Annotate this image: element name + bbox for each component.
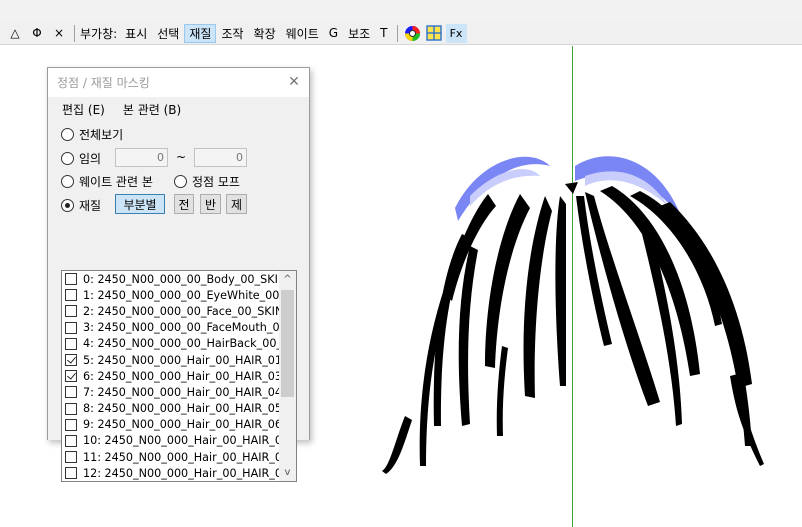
range-tilde: ~ (176, 150, 187, 164)
material-label: 4: 2450_N00_000_00_HairBack_00_H/ (83, 337, 295, 351)
radio-circle[interactable] (174, 174, 187, 188)
list-item[interactable]: 8: 2450_N00_000_Hair_00_HAIR_05 (I (62, 401, 296, 417)
list-item[interactable]: 6: 2450_N00_000_Hair_00_HAIR_03 (I (62, 368, 296, 384)
material-label: 7: 2450_N00_000_Hair_00_HAIR_04 (I (83, 385, 294, 399)
list-item[interactable]: 12: 2450_N00_000_Hair_00_HAIR_09 ( (62, 465, 296, 481)
radio-material-label: 재질 (79, 198, 102, 213)
select-all-button[interactable]: 전 (174, 194, 194, 214)
radio-any[interactable]: 임의 (61, 149, 101, 167)
tool-g-button[interactable]: G (324, 24, 343, 43)
radio-circle-checked[interactable] (61, 198, 74, 212)
checkbox[interactable] (65, 451, 77, 464)
list-item[interactable]: 3: 2450_N00_000_00_FaceMouth_00_ (62, 320, 296, 336)
list-scrollbar[interactable]: ^ v (279, 271, 296, 481)
material-label: 10: 2450_N00_000_Hair_00_HAIR_07 ( (83, 434, 297, 448)
list-item[interactable]: 9: 2450_N00_000_Hair_00_HAIR_06 (I (62, 417, 296, 433)
close-icon[interactable]: ✕ (287, 75, 301, 89)
tool-extend-button[interactable]: 확장 (249, 24, 281, 43)
list-item[interactable]: 5: 2450_N00_000_Hair_00_HAIR_01 (I (62, 352, 296, 368)
triangle-icon[interactable]: △ (4, 24, 26, 43)
material-label: 1: 2450_N00_000_00_EyeWhite_00_E (83, 288, 293, 302)
material-label: 8: 2450_N00_000_Hair_00_HAIR_05 (I (83, 402, 294, 416)
radio-circle[interactable] (61, 151, 74, 165)
toolbar-separator (74, 24, 75, 42)
checkbox[interactable] (65, 386, 77, 399)
menu-edit[interactable]: 편집 (E) (62, 101, 105, 118)
tool-material-button[interactable]: 재질 (184, 23, 217, 43)
invert-button[interactable]: 반 (200, 194, 221, 214)
scroll-thumb[interactable] (281, 290, 294, 397)
quad-view-icon[interactable] (424, 24, 445, 43)
radio-circle[interactable] (61, 174, 74, 188)
dialog-title-bar: 정점 / 재질 마스킹 ✕ (48, 68, 309, 97)
checkbox[interactable] (65, 467, 77, 480)
vertex-material-mask-dialog: 정점 / 재질 마스킹 ✕ 편집 (E) 본 관련 (B) 전체보기 임의 0 … (47, 67, 310, 482)
checkbox-checked[interactable] (65, 354, 77, 367)
by-part-button[interactable]: 부분별 (115, 194, 165, 214)
tool-assist-button[interactable]: 보조 (343, 24, 375, 43)
range-to-field[interactable]: 0 (194, 148, 247, 167)
list-item[interactable]: 11: 2450_N00_000_Hair_00_HAIR_08 ( (62, 449, 296, 465)
radio-any-label: 임의 (79, 151, 102, 166)
phi-icon[interactable]: Φ (26, 24, 48, 43)
checkbox[interactable] (65, 434, 77, 447)
checkbox-checked[interactable] (65, 370, 77, 383)
list-item[interactable]: 4: 2450_N00_000_00_HairBack_00_H/ (62, 336, 296, 352)
tool-weight-button[interactable]: 웨이트 (281, 24, 324, 43)
material-label: 11: 2450_N00_000_Hair_00_HAIR_08 ( (83, 450, 297, 464)
window-top-strip (0, 0, 802, 22)
dialog-title: 정점 / 재질 마스킹 (57, 76, 150, 90)
fx-icon[interactable]: Fx (445, 23, 467, 43)
dialog-menubar: 편집 (E) 본 관련 (B) (48, 97, 309, 121)
color-wheel-icon[interactable] (402, 24, 423, 43)
menu-bone[interactable]: 본 관련 (B) (123, 101, 181, 118)
checkbox[interactable] (65, 418, 77, 431)
dialog-body: 전체보기 임의 0 ~ 0 웨이트 관련 본 정점 모프 재질 부분별 전 반 … (48, 122, 309, 482)
checkbox[interactable] (65, 289, 77, 302)
radio-material[interactable]: 재질 (61, 196, 101, 214)
list-item[interactable]: 2: 2450_N00_000_00_Face_00_SKIN (62, 303, 296, 319)
material-label: 3: 2450_N00_000_00_FaceMouth_00_ (83, 321, 293, 335)
list-item[interactable]: 1: 2450_N00_000_00_EyeWhite_00_E (62, 287, 296, 303)
radio-weight-bone[interactable]: 웨이트 관련 본 (61, 172, 153, 190)
scroll-down-arrow-icon[interactable]: v (279, 464, 296, 481)
material-label: 0: 2450_N00_000_00_Body_00_SKIN (83, 272, 287, 286)
radio-vertex-morph[interactable]: 정점 모프 (174, 172, 240, 190)
radio-circle[interactable] (61, 127, 74, 141)
material-list[interactable]: 0: 2450_N00_000_00_Body_00_SKIN 1: 2450_… (61, 270, 297, 482)
list-item[interactable]: 10: 2450_N00_000_Hair_00_HAIR_07 ( (62, 433, 296, 449)
material-label: 12: 2450_N00_000_Hair_00_HAIR_09 ( (83, 466, 297, 480)
material-label: 5: 2450_N00_000_Hair_00_HAIR_01 (I (83, 353, 294, 367)
tool-display-button[interactable]: 표시 (120, 24, 152, 43)
material-label: 2: 2450_N00_000_00_Face_00_SKIN (83, 304, 284, 318)
material-label: 6: 2450_N00_000_Hair_00_HAIR_03 (I (83, 369, 294, 383)
checkbox[interactable] (65, 273, 77, 286)
checkbox[interactable] (65, 402, 77, 415)
addon-label: 부가창: (80, 26, 118, 41)
toolbar-separator (396, 24, 398, 42)
toolbar: △ Φ × 부가창: 표시 선택 재질 조작 확장 웨이트 G 보조 T Fx (0, 22, 802, 45)
list-item[interactable]: 7: 2450_N00_000_Hair_00_HAIR_04 (I (62, 384, 296, 400)
radio-weight-bone-label: 웨이트 관련 본 (79, 174, 153, 189)
tool-select-button[interactable]: 선택 (152, 24, 184, 43)
list-item[interactable]: 0: 2450_N00_000_00_Body_00_SKIN (62, 271, 296, 287)
checkbox[interactable] (65, 305, 77, 318)
tool-t-button[interactable]: T (375, 24, 392, 43)
scroll-up-arrow-icon[interactable]: ^ (279, 271, 296, 288)
radio-all-view-label: 전체보기 (79, 127, 124, 142)
checkbox[interactable] (65, 321, 77, 334)
close-icon[interactable]: × (48, 24, 70, 43)
radio-vertex-morph-label: 정점 모프 (192, 174, 240, 189)
tool-operate-button[interactable]: 조작 (216, 24, 248, 43)
radio-all-view[interactable]: 전체보기 (61, 125, 123, 143)
material-label: 9: 2450_N00_000_Hair_00_HAIR_06 (I (83, 418, 294, 432)
clear-button[interactable]: 제 (226, 194, 247, 214)
checkbox[interactable] (65, 337, 77, 350)
range-from-field[interactable]: 0 (115, 148, 168, 167)
